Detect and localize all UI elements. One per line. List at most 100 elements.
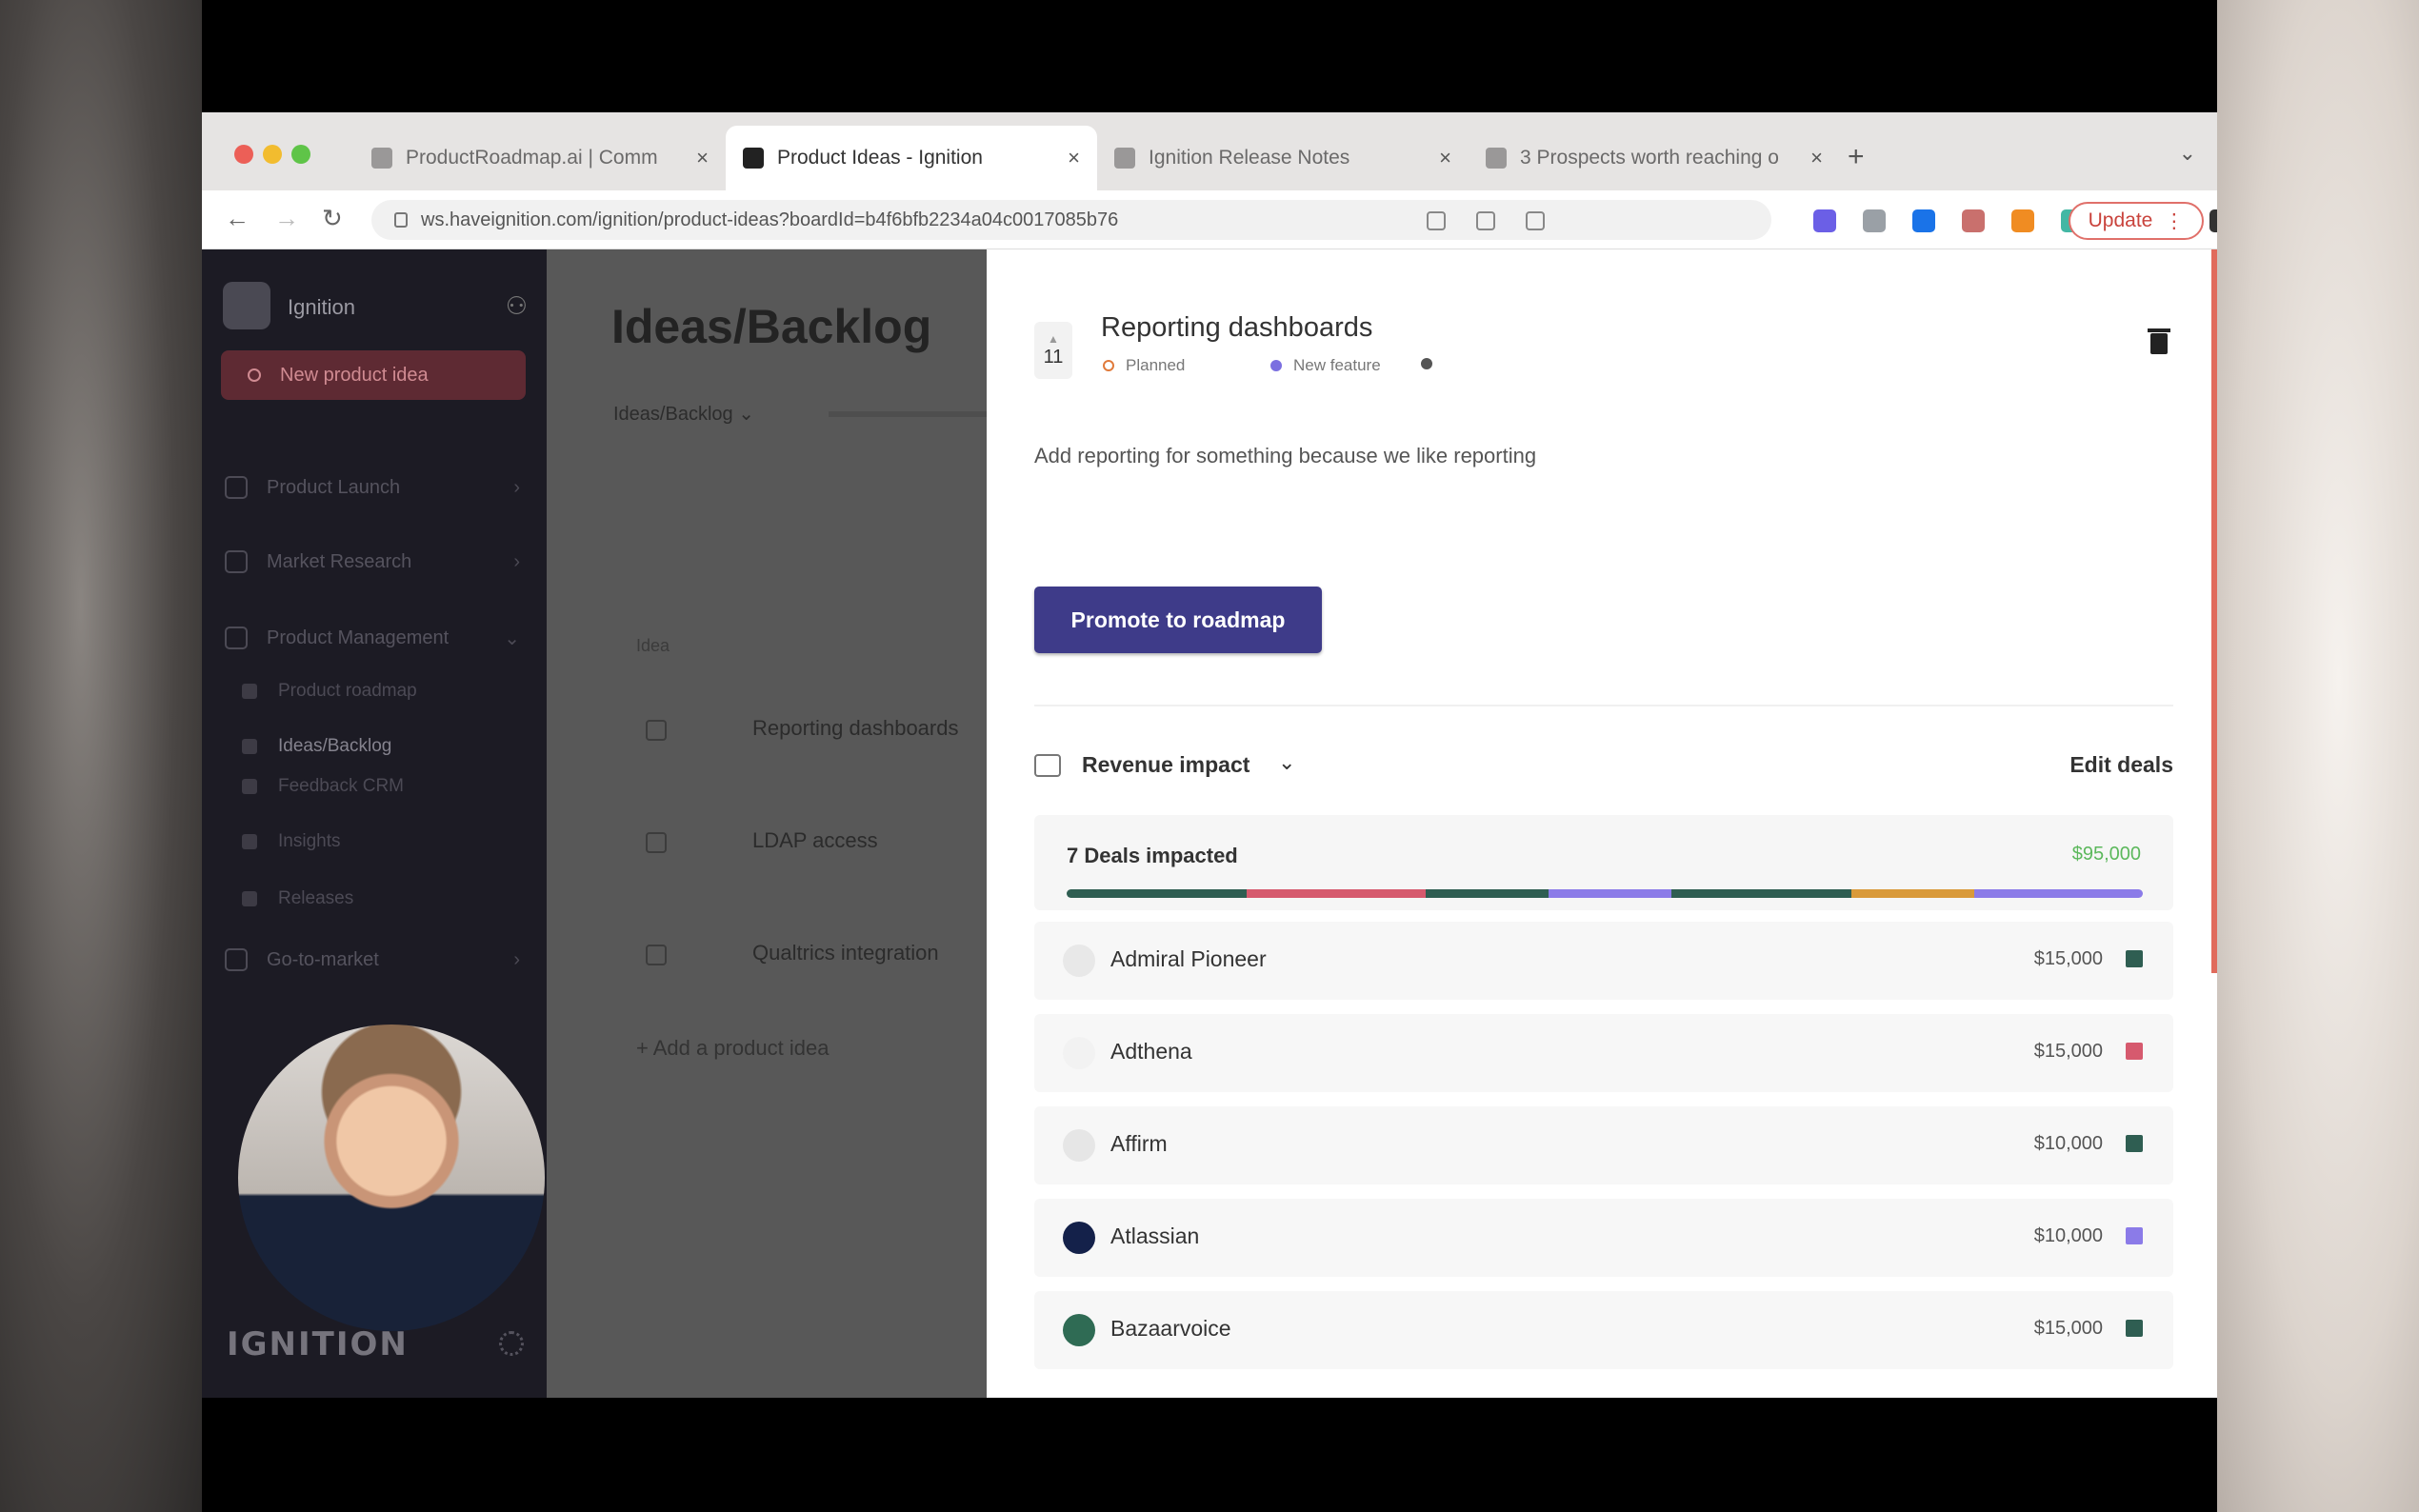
tab-favicon-icon — [1114, 148, 1135, 169]
minimize-window-button[interactable] — [263, 145, 282, 164]
tab-favicon-icon — [1486, 148, 1507, 169]
promote-label: Promote to roadmap — [1070, 607, 1286, 632]
add-tag-icon[interactable] — [1421, 358, 1432, 369]
url-text: ws.haveignition.com/ignition/product-ide… — [421, 209, 1119, 230]
deal-amount: $10,000 — [2033, 1225, 2103, 1246]
new-tab-icon[interactable]: + — [1848, 141, 1865, 173]
edit-deals-button[interactable]: Edit deals — [2069, 752, 2173, 778]
sidebar-subitem-product-roadmap[interactable]: Product roadmap — [242, 674, 417, 708]
deal-company-name: Bazaarvoice — [1110, 1316, 1231, 1341]
promote-to-roadmap-button[interactable]: Promote to roadmap — [1034, 587, 1322, 653]
extension-icon[interactable] — [1962, 209, 1985, 232]
update-label: Update — [2088, 209, 2153, 231]
deal-color-swatch — [2126, 1227, 2143, 1244]
close-tab-icon[interactable]: × — [1068, 146, 1080, 170]
tab-strip: ProductRoadmap.ai | Comm × Product Ideas… — [202, 112, 2217, 190]
sidebar-item-go-to-market[interactable]: Go-to-market › — [225, 939, 530, 981]
extension-icon[interactable] — [1912, 209, 1935, 232]
address-bar: ← → ↻ ws.haveignition.com/ignition/produ… — [202, 190, 2217, 249]
close-tab-icon[interactable]: × — [1439, 146, 1451, 170]
chevron-down-icon[interactable]: ⌄ — [1278, 750, 1295, 775]
idea-status-icon — [646, 832, 667, 853]
company-logo-icon — [1063, 1037, 1095, 1069]
close-tab-icon[interactable]: × — [1810, 146, 1823, 170]
deal-row[interactable]: Atlassian $10,000 — [1034, 1199, 2173, 1277]
extension-icon[interactable] — [2209, 209, 2217, 232]
sidebar-item-product-launch[interactable]: Product Launch › — [225, 467, 530, 508]
update-browser-button[interactable]: Update ⋮ — [2069, 202, 2204, 240]
sidebar-subitem-label: Insights — [278, 831, 341, 851]
deal-row[interactable]: Adthena $15,000 — [1034, 1014, 2173, 1092]
maximize-window-button[interactable] — [291, 145, 310, 164]
grid-icon — [225, 550, 248, 573]
tab-ideas-backlog[interactable]: Ideas/Backlog ⌄ — [613, 402, 754, 426]
idea-row-title[interactable]: Reporting dashboards — [752, 716, 958, 741]
sidebar-item-label: Product Launch — [267, 476, 401, 498]
sidebar-item-product-management[interactable]: Product Management ⌄ — [225, 617, 530, 659]
extension-icon[interactable] — [1813, 209, 1836, 232]
browser-tab-active[interactable]: Product Ideas - Ignition × — [726, 126, 1097, 190]
url-field[interactable]: ws.haveignition.com/ignition/product-ide… — [371, 200, 1771, 240]
bookmark-star-icon[interactable] — [1526, 211, 1545, 230]
idea-title[interactable]: Reporting dashboards — [1101, 312, 1372, 344]
idea-row-title[interactable]: LDAP access — [752, 828, 878, 853]
vote-count: 11 — [1043, 347, 1064, 368]
tag-dot-icon — [1270, 360, 1282, 371]
extension-icon[interactable] — [1863, 209, 1886, 232]
deal-segment — [1549, 889, 1672, 898]
blurred-background-right — [2217, 0, 2419, 1512]
status-badge[interactable]: Planned — [1103, 356, 1185, 375]
tab-favicon-icon — [743, 148, 764, 169]
browser-tab[interactable]: Ignition Release Notes × — [1097, 126, 1469, 190]
sidebar-item-market-research[interactable]: Market Research › — [225, 541, 530, 583]
revenue-impact-heading[interactable]: Revenue impact — [1082, 752, 1249, 778]
upvote-button[interactable]: ▲ 11 — [1034, 322, 1072, 379]
extension-icon[interactable] — [2011, 209, 2034, 232]
deal-color-swatch — [2126, 1135, 2143, 1152]
more-vertical-icon[interactable]: ⋮ — [2164, 209, 2184, 233]
sidebar-item-label: Market Research — [267, 550, 412, 572]
install-app-icon[interactable] — [1427, 211, 1446, 230]
trash-icon[interactable] — [2148, 328, 2170, 354]
new-button-label: New product idea — [280, 364, 429, 386]
sidebar-subitem-insights[interactable]: Insights — [242, 825, 340, 859]
user-icon[interactable]: ⚇ — [506, 291, 528, 321]
tag-badge[interactable]: New feature — [1270, 356, 1381, 375]
back-arrow-icon[interactable]: ← — [225, 204, 250, 233]
idea-description[interactable]: Add reporting for something because we l… — [1034, 444, 1536, 468]
tab-placeholder[interactable] — [829, 411, 987, 417]
idea-row-title[interactable]: Qualtrics integration — [752, 941, 939, 965]
tab-title: Product Ideas - Ignition — [777, 147, 983, 169]
deal-color-swatch — [2126, 1320, 2143, 1337]
company-logo-icon — [1063, 945, 1095, 977]
sidebar-subitem-feedback-crm[interactable]: Feedback CRM — [242, 769, 404, 804]
deal-segment — [1426, 889, 1549, 898]
deal-row[interactable]: Bazaarvoice $15,000 — [1034, 1291, 2173, 1369]
workspace-name[interactable]: Ignition — [288, 295, 355, 320]
close-tab-icon[interactable]: × — [696, 146, 709, 170]
deal-company-name: Atlassian — [1110, 1224, 1200, 1248]
deal-color-swatch — [2126, 950, 2143, 967]
roadmap-icon — [242, 684, 257, 699]
close-window-button[interactable] — [234, 145, 253, 164]
deal-row[interactable]: Affirm $10,000 — [1034, 1106, 2173, 1184]
sidebar-subitem-releases[interactable]: Releases — [242, 882, 353, 916]
deal-segment — [1973, 889, 2143, 898]
tab-search-chevron-icon[interactable]: ⌄ — [2179, 141, 2196, 166]
new-product-idea-button[interactable]: New product idea — [221, 350, 526, 400]
browser-tab[interactable]: 3 Prospects worth reaching o × — [1469, 126, 1840, 190]
lightbulb-icon — [242, 739, 257, 754]
settings-gear-icon[interactable] — [499, 1331, 524, 1356]
chevron-right-icon: › — [513, 476, 520, 498]
tag-label: New feature — [1293, 356, 1381, 374]
company-logo-icon — [1063, 1129, 1095, 1162]
browser-tab[interactable]: ProductRoadmap.ai | Comm × — [354, 126, 726, 190]
forward-arrow-icon[interactable]: → — [274, 204, 299, 233]
plus-circle-icon — [248, 368, 261, 382]
sidebar-subitem-ideas-backlog[interactable]: Ideas/Backlog — [242, 729, 391, 764]
upvote-arrow-icon: ▲ — [1048, 332, 1059, 346]
deal-row[interactable]: Admiral Pioneer $15,000 — [1034, 922, 2173, 1000]
share-icon[interactable] — [1476, 211, 1495, 230]
add-product-idea-link[interactable]: + Add a product idea — [636, 1036, 829, 1061]
reload-icon[interactable]: ↻ — [322, 204, 343, 233]
